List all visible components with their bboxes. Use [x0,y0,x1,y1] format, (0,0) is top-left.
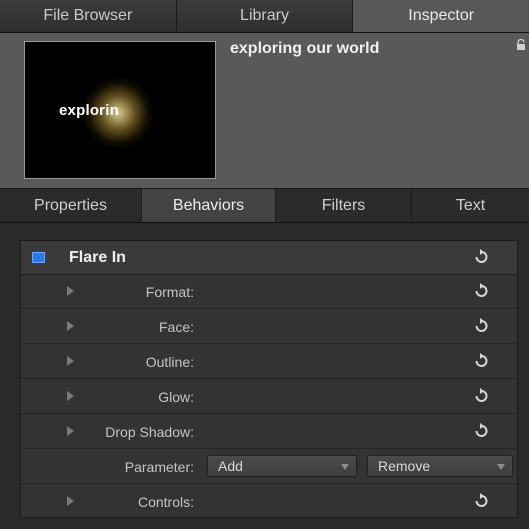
controls-label: Controls: [137,494,194,510]
behavior-header: Flare In [21,241,517,275]
remove-parameter-popup[interactable]: Remove [367,455,513,477]
inspector-window-tabs: File Browser Library Inspector [0,0,529,33]
tab-filters[interactable]: Filters [276,189,412,222]
enable-checkbox[interactable] [32,252,45,263]
tab-properties[interactable]: Properties [0,189,142,222]
reset-icon[interactable] [473,352,489,370]
face-row: Face: [21,310,517,344]
behavior-title: Flare In [69,249,126,266]
reset-icon[interactable] [473,387,489,405]
preview-header: explorin exploring our world [0,33,529,188]
behavior-panel: Flare In Format: Face: Outline: Glow: Dr… [20,240,518,518]
disclosure-triangle-icon[interactable] [67,496,74,506]
disclosure-triangle-icon[interactable] [67,391,74,401]
glow-label: Glow: [158,389,194,405]
format-row: Format: [21,275,517,309]
reset-icon[interactable] [473,282,489,300]
tab-library[interactable]: Library [177,0,354,32]
format-label: Format: [145,284,194,300]
tab-file-browser[interactable]: File Browser [0,0,177,32]
disclosure-triangle-icon[interactable] [67,426,74,436]
drop-shadow-label: Drop Shadow: [105,424,194,440]
disclosure-triangle-icon[interactable] [67,321,74,331]
remove-label: Remove [378,458,431,474]
tab-behaviors[interactable]: Behaviors [142,189,276,222]
controls-row: Controls: [21,485,517,519]
thumbnail-text: explorin [59,102,119,119]
reset-icon[interactable] [473,492,489,510]
outline-label: Outline: [145,354,194,370]
parameter-label: Parameter: [124,459,194,475]
add-parameter-popup[interactable]: Add [207,455,357,477]
drop-shadow-row: Drop Shadow: [21,415,517,449]
tab-inspector[interactable]: Inspector [353,0,529,32]
disclosure-triangle-icon[interactable] [67,286,74,296]
reset-icon[interactable] [473,422,489,440]
reset-icon[interactable] [473,248,489,266]
tab-text[interactable]: Text [412,189,529,222]
add-label: Add [218,458,243,474]
dropdown-arrow-icon [497,464,505,470]
outline-row: Outline: [21,345,517,379]
dropdown-arrow-icon [341,464,349,470]
parameter-row: Parameter: Add Remove [21,450,517,484]
layer-title: exploring our world [230,40,380,57]
lock-icon[interactable] [516,38,526,54]
reset-icon[interactable] [473,317,489,335]
inspector-subtabs: Properties Behaviors Filters Text [0,188,529,223]
preview-thumbnail: explorin [24,41,216,179]
glow-row: Glow: [21,380,517,414]
disclosure-triangle-icon[interactable] [67,356,74,366]
face-label: Face: [158,319,194,335]
